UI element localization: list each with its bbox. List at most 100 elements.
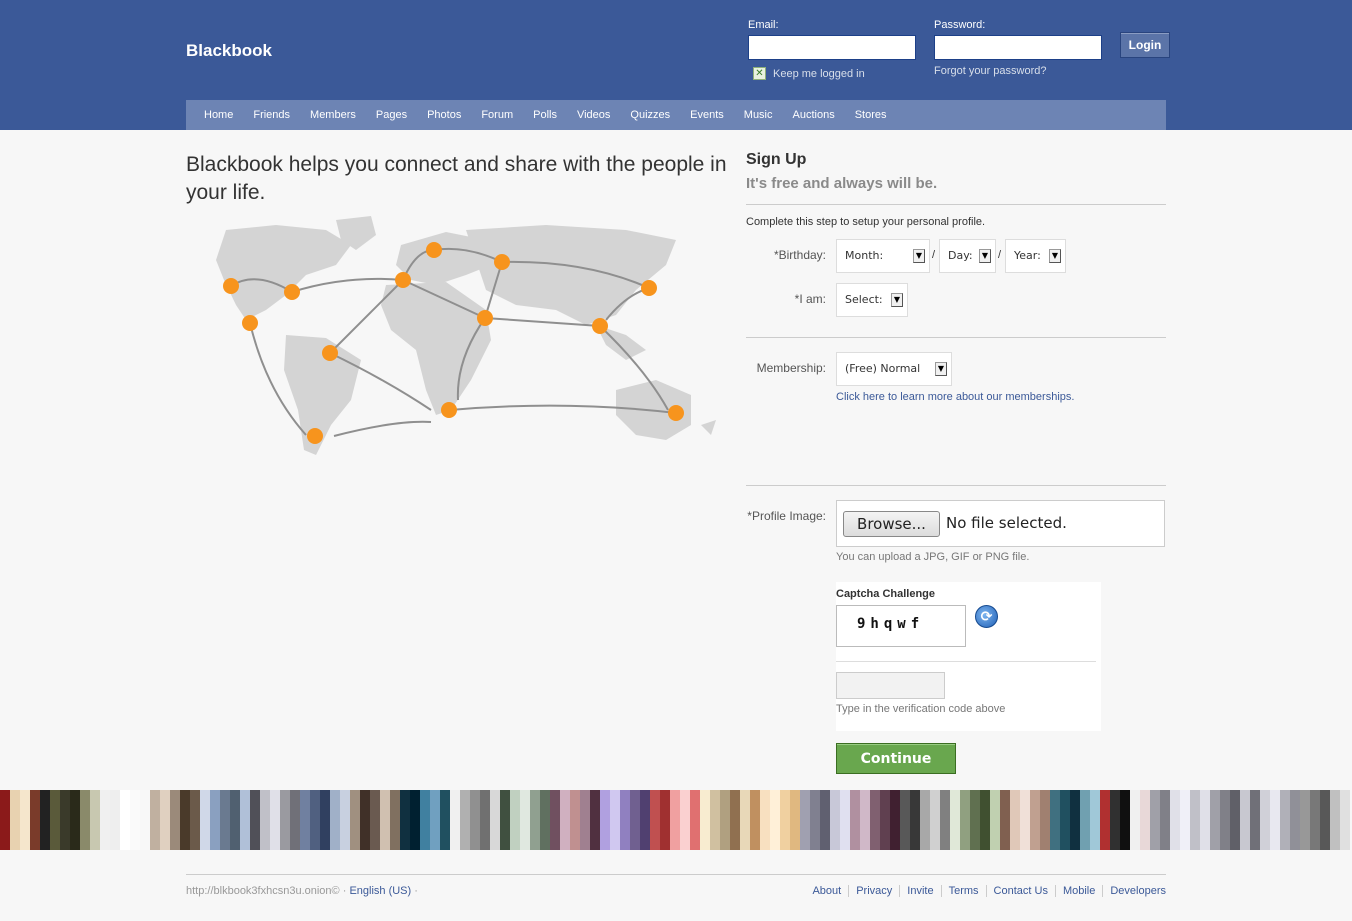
captcha-image: 9hqwf [836,605,966,647]
keep-logged-in-checkbox[interactable]: ✕ [753,67,766,80]
continents [216,216,716,455]
member-avatar[interactable] [50,790,100,850]
nav-item-friends[interactable]: Friends [243,109,300,121]
member-avatar[interactable] [300,790,350,850]
birth-month-value: Month: [845,249,884,262]
membership-label: Membership: [756,361,826,375]
nav-item-pages[interactable]: Pages [366,109,417,121]
chevron-down-icon: ▼ [935,362,947,376]
member-avatar[interactable] [450,790,500,850]
login-button[interactable]: Login [1120,32,1170,58]
profile-image-label: *Profile Image: [747,509,826,523]
membership-select[interactable]: (Free) Normal ▼ [836,352,952,386]
chevron-down-icon: ▼ [891,293,903,307]
birth-day-value: Day: [948,249,973,262]
member-avatar[interactable] [1300,790,1350,850]
member-avatar[interactable] [1200,790,1250,850]
member-avatar[interactable] [600,790,650,850]
member-avatar[interactable] [1050,790,1100,850]
birth-year-value: Year: [1014,249,1041,262]
header-bar: Blackbook Email: Password: Login ✕ Keep … [0,0,1352,130]
footer-divider [186,874,1166,875]
birth-year-select[interactable]: Year: ▼ [1005,239,1066,273]
chevron-down-icon: ▼ [1049,249,1061,263]
nav-item-events[interactable]: Events [680,109,734,121]
nav-item-home[interactable]: Home [194,109,243,121]
footer-link-terms[interactable]: Terms [940,885,986,897]
captcha-hint: Type in the verification code above [836,703,1006,715]
birth-month-select[interactable]: Month: ▼ [836,239,930,273]
member-avatar[interactable] [950,790,1000,850]
captcha-input[interactable] [836,672,945,699]
chevron-down-icon: ▼ [913,249,925,263]
gender-value: Select: [845,293,883,306]
nav-item-videos[interactable]: Videos [567,109,620,121]
member-avatar[interactable] [1100,790,1150,850]
nav-item-auctions[interactable]: Auctions [783,109,845,121]
gender-select[interactable]: Select: ▼ [836,283,908,317]
divider [746,204,1166,205]
onion-address: http://blkbook3fxhcsn3u.onion© [186,885,340,897]
password-label: Password: [934,19,986,31]
member-avatar[interactable] [900,790,950,850]
member-avatar[interactable] [1000,790,1050,850]
member-avatar[interactable] [500,790,550,850]
birthday-label: *Birthday: [773,248,826,262]
footer-link-mobile[interactable]: Mobile [1054,885,1102,897]
member-avatar[interactable] [150,790,200,850]
member-avatar[interactable] [200,790,250,850]
captcha-title: Captcha Challenge [836,588,936,600]
gender-label: *I am: [794,292,826,306]
site-logo[interactable]: Blackbook [186,41,272,61]
member-avatar[interactable] [1250,790,1300,850]
nav-item-members[interactable]: Members [300,109,366,121]
forgot-password-link[interactable]: Forgot your password? [934,65,1047,77]
date-separator: / [998,249,1002,261]
member-avatar-strip [0,790,1352,850]
browse-button[interactable]: Browse... [843,511,940,537]
tagline: Blackbook helps you connect and share wi… [186,153,727,204]
nav-item-music[interactable]: Music [734,109,783,121]
membership-value: (Free) Normal [845,362,921,375]
member-avatar[interactable] [400,790,450,850]
divider [836,661,1096,662]
member-avatar[interactable] [700,790,750,850]
member-avatar[interactable] [850,790,900,850]
footer-link-developers[interactable]: Developers [1102,885,1166,897]
member-avatar[interactable] [0,790,50,850]
member-avatar[interactable] [650,790,700,850]
member-avatar[interactable] [550,790,600,850]
member-avatar[interactable] [100,790,150,850]
nav-item-stores[interactable]: Stores [845,109,897,121]
captcha-panel: Captcha Challenge 9hqwf ⟳ Type in the ve… [836,582,1101,731]
footer-link-invite[interactable]: Invite [899,885,940,897]
footer-link-contact[interactable]: Contact Us [985,885,1055,897]
member-avatar[interactable] [250,790,300,850]
nav-item-forum[interactable]: Forum [471,109,523,121]
divider [746,485,1166,486]
member-avatar[interactable] [1150,790,1200,850]
member-avatar[interactable] [800,790,850,850]
continue-button[interactable]: Continue [836,743,956,774]
divider [746,337,1166,338]
membership-info-link[interactable]: Click here to learn more about our membe… [836,391,1074,403]
password-input[interactable] [934,35,1102,60]
email-input[interactable] [748,35,916,60]
chevron-down-icon: ▼ [979,249,991,263]
language-link[interactable]: English (US) [349,885,411,897]
nav-item-quizzes[interactable]: Quizzes [620,109,680,121]
refresh-icon[interactable]: ⟳ [975,605,998,628]
email-label: Email: [748,19,779,31]
member-avatar[interactable] [350,790,400,850]
signup-subtitle: It's free and always will be. [746,175,938,192]
nav-item-polls[interactable]: Polls [523,109,567,121]
footer-link-privacy[interactable]: Privacy [848,885,899,897]
member-avatar[interactable] [750,790,800,850]
footer-link-about[interactable]: About [805,885,848,897]
birth-day-select[interactable]: Day: ▼ [939,239,996,273]
profile-image-file-input: Browse... No file selected. [836,500,1165,547]
world-map-illustration [216,216,716,455]
signup-title: Sign Up [746,151,807,168]
nav-item-photos[interactable]: Photos [417,109,471,121]
keep-logged-in-label: Keep me logged in [773,68,865,80]
